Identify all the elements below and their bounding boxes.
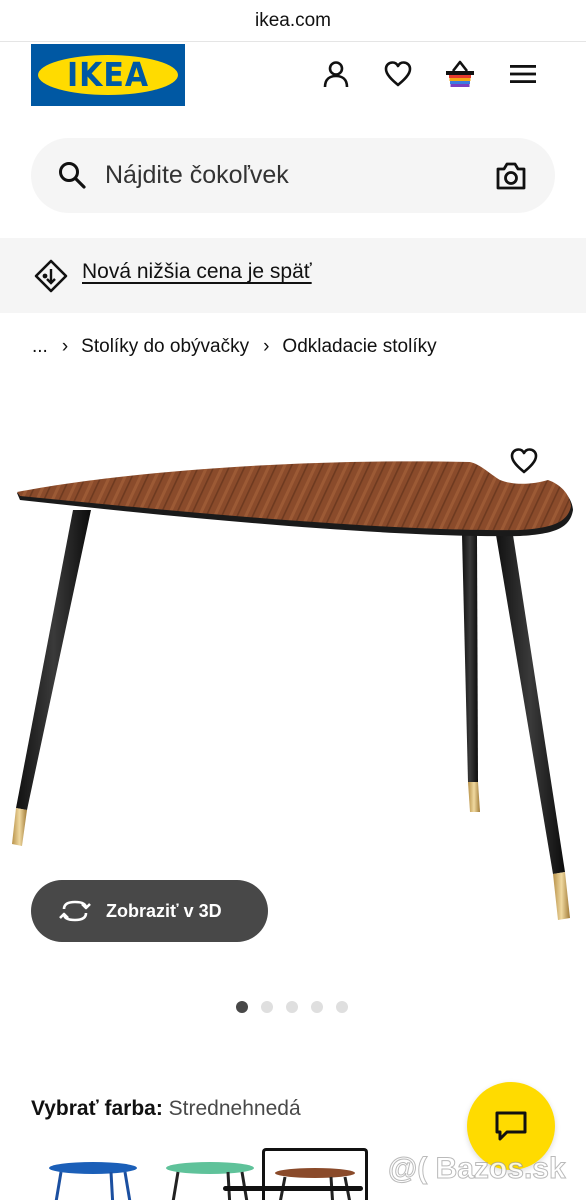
chevron-right-icon: › [263,336,270,357]
view-in-3d-label: Zobraziť v 3D [106,900,222,921]
camera-icon[interactable] [493,158,529,194]
home-indicator[interactable] [223,1186,363,1191]
carousel-dot[interactable] [261,1001,273,1013]
color-selector-label: Vybrať farba: Strednehnedá [31,1097,301,1121]
chat-icon [495,1111,527,1141]
user-icon[interactable] [318,56,354,92]
breadcrumb-item-more[interactable]: ... [32,336,48,358]
basket-icon[interactable] [442,56,478,92]
rotate-3d-icon [59,900,91,922]
carousel-dot[interactable] [336,1001,348,1013]
color-swatch-green[interactable] [158,1148,264,1200]
carousel-dot[interactable] [311,1001,323,1013]
search-icon[interactable] [57,160,87,190]
breadcrumb: ... › Stolíky do obývačky › Odkladacie s… [32,333,437,361]
price-tag-icon [34,259,68,293]
site-header: IKEA [0,42,586,112]
logo-text: IKEA [66,55,150,95]
ikea-logo[interactable]: IKEA [31,44,185,106]
color-selected-value: Strednehnedá [168,1097,301,1120]
search-input[interactable] [105,138,475,213]
carousel-dot[interactable] [286,1001,298,1013]
color-label-title: Vybrať farba: [31,1097,163,1120]
breadcrumb-item-living-room-tables[interactable]: Stolíky do obývačky [81,336,249,358]
carousel-indicator [236,1001,348,1013]
breadcrumb-item-side-tables[interactable]: Odkladacie stolíky [282,336,436,358]
view-in-3d-button[interactable]: Zobraziť v 3D [31,880,268,942]
color-swatch-blue[interactable] [41,1148,147,1200]
chevron-right-icon: › [61,336,69,357]
watermark: @( Bazos.sk [388,1152,567,1186]
url-text: ikea.com [254,9,332,31]
promo-banner: Nová nižšia cena je späť [0,238,586,313]
menu-icon[interactable] [505,56,541,92]
search-bar [31,138,555,213]
heart-icon[interactable] [380,56,416,92]
promo-link[interactable]: Nová nižšia cena je späť [82,260,312,284]
browser-url-bar[interactable]: ikea.com [0,0,586,42]
add-to-favourites-button[interactable] [503,440,545,482]
carousel-dot[interactable] [236,1001,248,1013]
color-swatch-brown[interactable] [262,1148,368,1200]
heart-icon [510,448,538,474]
